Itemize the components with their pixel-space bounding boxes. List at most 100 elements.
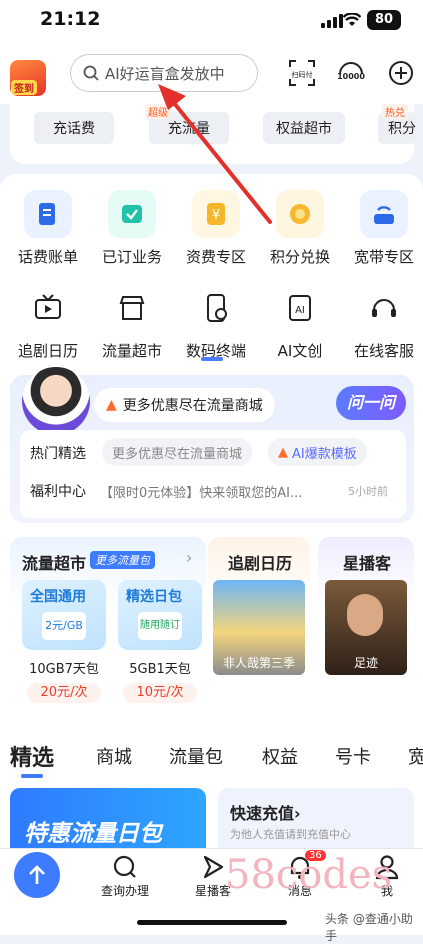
arrow-up-icon <box>29 865 45 884</box>
quick-tag-label: 充话费 <box>53 121 95 137</box>
scroll-top-button[interactable] <box>14 852 60 898</box>
wifi-icon <box>343 13 361 26</box>
customer-service-button[interactable]: 10000 <box>336 58 366 88</box>
drama-caption: 非人哉第三季 <box>222 656 295 670</box>
nav-query[interactable]: 查询办理 <box>90 854 160 899</box>
grid-item-subscribed[interactable]: 已订业务 <box>90 190 174 267</box>
promo-banner-daily-pack[interactable]: 特惠流量日包 <box>10 788 206 848</box>
quick-recharge-card[interactable]: 快速充值› 为他人充值请到充值中心 <box>218 788 414 848</box>
grid-item-ai-creative[interactable]: AI AI文创 <box>258 284 342 361</box>
drama-poster[interactable]: 非人哉第三季 <box>213 580 305 675</box>
grid-item-drama-calendar[interactable]: 追剧日历 <box>6 284 90 361</box>
svg-text:¥: ¥ <box>212 208 220 223</box>
ai-icon: AI <box>276 284 324 332</box>
quick-tag-badge: 超级 <box>145 104 171 119</box>
tab-mall[interactable]: 商城 <box>96 743 132 769</box>
sign-in-badge: 签到 <box>11 80 37 95</box>
ask-button[interactable]: 问一问 <box>336 386 406 420</box>
query-icon <box>113 855 136 878</box>
nav-label: 查询办理 <box>100 884 149 898</box>
hot-pill-ai[interactable]: ▲ AI爆款模板 <box>268 438 367 466</box>
tab-label: 精选 <box>10 746 55 771</box>
tv-icon <box>24 284 72 332</box>
grid-item-tariff[interactable]: ¥ 资费专区 <box>174 190 258 267</box>
headset-service-icon: 10000 <box>337 62 365 81</box>
grid-item-bill[interactable]: 话费账单 <box>6 190 90 267</box>
tab-broadband[interactable]: 宽 <box>408 743 423 769</box>
traffic-store-badge[interactable]: 更多流量包 <box>90 551 155 569</box>
product-name: 10GB7天包 <box>29 662 99 677</box>
welfare-label: 福利中心 <box>30 484 86 500</box>
service-grid-row-1: 话费账单 已订业务 ¥ 资费专区 积分兑换 宽带专区 <box>6 190 418 267</box>
quick-tag-points[interactable]: 热兑 积分 <box>378 104 416 144</box>
star-broadcast-title: 星播客 <box>343 554 392 573</box>
grid-label: 在线客服 <box>353 342 414 360</box>
watermark-credit: 头条 @查通小助手 <box>325 912 413 943</box>
hot-pill[interactable]: 更多优惠尽在流量商城 <box>102 438 253 466</box>
product-name: 5GB1天包 <box>129 662 191 677</box>
chevron-right-icon: › <box>294 804 301 823</box>
grid-label: AI文创 <box>277 342 323 360</box>
fire-icon: ▲ <box>278 444 288 460</box>
quick-tag-label: 积分 <box>388 121 416 137</box>
grid-label: 追剧日历 <box>17 342 78 360</box>
headset-icon <box>360 284 408 332</box>
grid-item-points[interactable]: 积分兑换 <box>258 190 342 267</box>
welfare-text[interactable]: 【限时0元体验】快来领取您的AI... <box>100 482 340 501</box>
hot-label: 热门精选 <box>30 446 86 462</box>
points-icon <box>276 190 324 238</box>
tab-rights[interactable]: 权益 <box>262 743 298 769</box>
quick-tag-recharge[interactable]: 充话费 <box>34 112 114 144</box>
tariff-icon: ¥ <box>192 190 240 238</box>
scan-pay-button[interactable]: 扫码付 <box>287 58 317 88</box>
search-icon <box>83 65 99 81</box>
plus-circle-icon <box>389 61 413 85</box>
grid-label: 宽带专区 <box>353 248 414 266</box>
service-label: 10000 <box>337 72 365 81</box>
grid-item-online-service[interactable]: 在线客服 <box>342 284 423 361</box>
grid-item-traffic-store[interactable]: 流量超市 <box>90 284 174 361</box>
grid-label: 资费专区 <box>185 248 246 266</box>
status-time: 21:12 <box>40 8 101 30</box>
product-price[interactable]: 10元/次 <box>123 683 197 703</box>
quick-recharge-title: 快速充值› <box>230 804 301 823</box>
quick-tag-label: 权益超市 <box>276 121 332 137</box>
product-card-2[interactable]: 精选日包 随用随订 <box>118 580 202 650</box>
chevron-right-icon: › <box>186 548 193 567</box>
grid-item-broadband[interactable]: 宽带专区 <box>342 190 423 267</box>
status-bar: 21:12 80 <box>0 0 423 44</box>
tab-featured[interactable]: 精选 <box>10 740 54 778</box>
service-grid-row-2: 追剧日历 流量超市 数码终端 AI AI文创 在线客服 <box>6 284 418 361</box>
bill-icon <box>24 190 72 238</box>
tab-number-card[interactable]: 号卡 <box>335 743 371 769</box>
grid-label: 积分兑换 <box>269 248 330 266</box>
grid-label: 流量超市 <box>101 342 162 360</box>
product-tag: 精选日包 <box>126 589 182 605</box>
quick-tag-badge: 热兑 <box>382 104 408 119</box>
sign-in-button[interactable]: 签到 <box>10 60 46 96</box>
grid-label: 已订业务 <box>101 248 162 266</box>
search-input[interactable]: AI好运盲盒发放中 <box>70 54 258 92</box>
grid-item-digital[interactable]: 数码终端 <box>174 284 258 361</box>
quick-tag-label: 充流量 <box>168 121 210 137</box>
home-indicator[interactable] <box>137 920 287 925</box>
svg-text:AI: AI <box>295 305 305 316</box>
scan-icon: 扫码付 <box>289 60 315 86</box>
quick-tag-data[interactable]: 超级 充流量 <box>145 104 229 144</box>
tab-active-indicator <box>21 774 43 778</box>
product-chip: 2元/GB <box>42 612 86 640</box>
add-button[interactable] <box>386 58 416 88</box>
broadband-icon <box>360 190 408 238</box>
assistant-bubble[interactable]: ▲ 更多优惠尽在流量商城 <box>94 388 275 422</box>
assistant-bubble-text: 更多优惠尽在流量商城 <box>122 398 263 414</box>
fire-icon: ▲ <box>106 397 117 413</box>
tab-data-packs[interactable]: 流量包 <box>169 743 223 769</box>
product-price[interactable]: 20元/次 <box>27 683 101 703</box>
quick-recharge-subtitle: 为他人充值请到充值中心 <box>230 828 351 841</box>
star-broadcast-poster[interactable]: 足迹 <box>325 580 407 675</box>
subscription-icon <box>108 190 156 238</box>
battery-indicator: 80 <box>367 10 401 30</box>
product-card-1[interactable]: 全国通用 2元/GB <box>22 580 106 650</box>
promo-banner-text: 特惠流量日包 <box>24 821 162 847</box>
quick-tag-rights[interactable]: 权益超市 <box>263 112 345 144</box>
